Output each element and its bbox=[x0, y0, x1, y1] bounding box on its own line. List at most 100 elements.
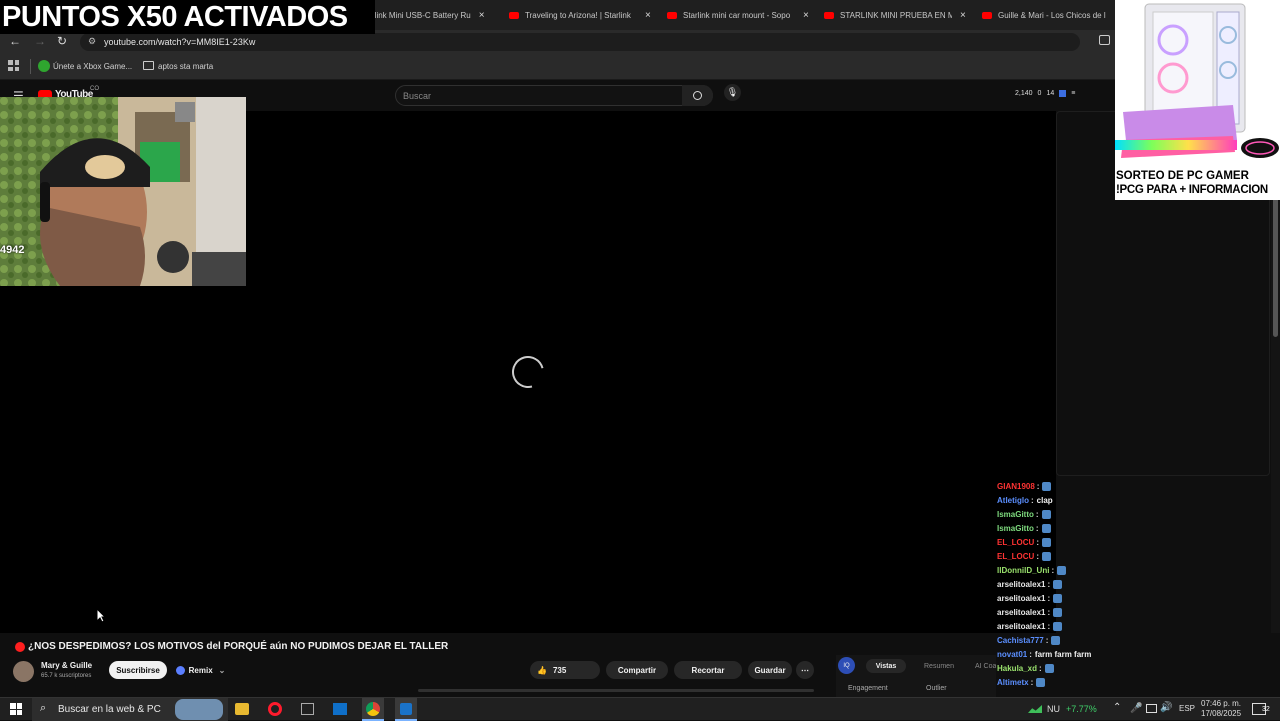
chat-username[interactable]: EL_LOCU bbox=[997, 552, 1034, 561]
chat-username[interactable]: arselitoalex1 bbox=[997, 608, 1045, 617]
outlier-label: Outlier bbox=[926, 685, 947, 692]
chat-username[interactable]: IsmaGitto bbox=[997, 510, 1034, 519]
tab-vistas[interactable]: Vistas bbox=[866, 659, 906, 673]
weather-label[interactable]: NU bbox=[1047, 704, 1060, 714]
store-icon[interactable] bbox=[333, 703, 347, 715]
search-button[interactable] bbox=[682, 85, 713, 106]
reload-icon[interactable]: ↻ bbox=[57, 34, 67, 48]
stat-fourteen: 14 bbox=[1046, 90, 1055, 97]
clock-time[interactable]: 07:46 p. m. bbox=[1201, 699, 1241, 708]
browser-tab[interactable]: Starlink mini car mount - Sopo × bbox=[667, 4, 812, 26]
close-icon[interactable]: × bbox=[803, 10, 809, 21]
pc-giveaway-ad: SORTEO DE PC GAMER !PCG PARA + INFORMACI… bbox=[1115, 0, 1280, 200]
tab-title: rlink Mini USB-C Battery Ru bbox=[372, 10, 471, 20]
chat-emote-icon bbox=[1042, 482, 1052, 491]
apps-grid-icon[interactable] bbox=[8, 60, 19, 71]
avatar[interactable] bbox=[13, 661, 34, 682]
bookmark-xbox[interactable]: Únete a Xbox Game... bbox=[53, 62, 132, 71]
clock-date[interactable]: 17/08/2025 bbox=[1201, 709, 1241, 718]
mic-icon[interactable]: 🎤 bbox=[1130, 703, 1142, 714]
chat-username[interactable]: arselitoalex1 bbox=[997, 580, 1045, 589]
channel-name[interactable]: Mary & Guille bbox=[41, 661, 92, 670]
share-button[interactable]: Compartir bbox=[606, 661, 668, 679]
remix-button[interactable]: Remix ⌄ bbox=[173, 661, 228, 679]
back-icon[interactable]: ← bbox=[9, 34, 21, 48]
subscribe-button[interactable]: Suscribirse bbox=[109, 661, 167, 679]
chat-username[interactable]: EL_LOCU bbox=[997, 538, 1034, 547]
chat-username[interactable]: Altimetx bbox=[997, 678, 1029, 687]
pc-case-image bbox=[1115, 3, 1279, 158]
chat-separator: : bbox=[1036, 482, 1040, 491]
folder-icon bbox=[143, 61, 154, 70]
webcam-overlay: 4942 bbox=[0, 97, 246, 286]
language-indicator[interactable]: ESP bbox=[1179, 704, 1195, 713]
chat-username[interactable]: arselitoalex1 bbox=[997, 594, 1045, 603]
chat-username[interactable]: Hakula_xd bbox=[997, 664, 1037, 673]
calculator-icon[interactable] bbox=[301, 703, 314, 715]
browser-tab[interactable]: Guille & Mari - Los Chicos de l bbox=[982, 4, 1112, 26]
engagement-label: Engagement bbox=[848, 685, 888, 692]
chat-username[interactable]: arselitoalex1 bbox=[997, 622, 1045, 631]
chat-message: GIAN1908 : bbox=[997, 482, 1052, 491]
stock-change[interactable]: +7.77% bbox=[1066, 704, 1097, 714]
chat-username[interactable]: Cachista777 bbox=[997, 636, 1044, 645]
chat-emote-icon bbox=[1053, 608, 1063, 617]
network-icon[interactable] bbox=[1146, 704, 1157, 713]
chat-username[interactable]: GIAN1908 bbox=[997, 482, 1035, 491]
youtube-icon bbox=[982, 11, 992, 19]
chevron-up-icon[interactable]: ⌃ bbox=[1113, 702, 1121, 713]
thumbs-up-icon: 👍 bbox=[537, 665, 547, 675]
chat-separator: : bbox=[1030, 678, 1034, 687]
chat-message: arselitoalex1 : bbox=[997, 608, 1063, 617]
webcam-image bbox=[0, 97, 246, 286]
remix-icon bbox=[175, 665, 185, 675]
forward-icon[interactable]: → bbox=[34, 34, 46, 48]
cast-icon[interactable] bbox=[1099, 35, 1110, 45]
address-bar[interactable]: ⚙ youtube.com/watch?v=MM8IE1-23Kw bbox=[80, 33, 1080, 51]
subscriber-count: 65.7 k suscriptores bbox=[41, 673, 92, 679]
mic-icon[interactable]: 🎙 bbox=[724, 84, 741, 101]
horizontal-scrollbar[interactable] bbox=[418, 689, 814, 692]
browser-tab[interactable]: rlink Mini USB-C Battery Ru × bbox=[372, 4, 497, 26]
tab-resumen[interactable]: Resumen bbox=[924, 663, 954, 670]
overlay-banner: PUNTOS X50 ACTIVADOS bbox=[0, 0, 375, 34]
chat-separator: : bbox=[1047, 594, 1051, 603]
volume-icon[interactable]: 🔊 bbox=[1160, 702, 1172, 713]
opera-icon[interactable] bbox=[268, 702, 282, 716]
chat-username[interactable]: novat01 bbox=[997, 650, 1027, 659]
ad-line-1: SORTEO DE PC GAMER bbox=[1116, 170, 1249, 182]
bookmark-folder[interactable]: aptos sta marta bbox=[158, 62, 213, 71]
menu-icon[interactable]: ≡ bbox=[1071, 90, 1075, 97]
chat-message: arselitoalex1 : bbox=[997, 580, 1063, 589]
chat-emote-icon bbox=[1051, 636, 1061, 645]
notification-count: 32 bbox=[1262, 706, 1270, 713]
save-button[interactable]: Guardar bbox=[748, 661, 792, 679]
chrome-taskbar-button[interactable] bbox=[362, 698, 384, 721]
chat-username[interactable]: IsmaGitto bbox=[997, 524, 1034, 533]
like-button[interactable]: 👍 735 bbox=[530, 661, 600, 679]
file-explorer-icon[interactable] bbox=[235, 703, 249, 715]
tab-ai-coach[interactable]: AI Coa bbox=[975, 663, 996, 670]
close-icon[interactable]: × bbox=[645, 10, 651, 21]
close-icon[interactable]: × bbox=[479, 10, 485, 21]
obs-taskbar-button[interactable] bbox=[395, 698, 417, 721]
browser-tab[interactable]: STARLINK MINI PRUEBA EN MC × bbox=[824, 4, 969, 26]
chrome-icon bbox=[366, 702, 380, 716]
chat-username[interactable]: Atletiglo bbox=[997, 496, 1029, 505]
chat-message: Hakula_xd : bbox=[997, 664, 1054, 673]
clip-button[interactable]: Recortar bbox=[674, 661, 742, 679]
more-actions-button[interactable]: ⋯ bbox=[796, 661, 814, 679]
bookmarks-bar: Únete a Xbox Game... aptos sta marta bbox=[0, 54, 1115, 80]
chat-separator: : bbox=[1045, 636, 1049, 645]
clip-label: Recortar bbox=[691, 665, 725, 675]
windows-start-icon[interactable] bbox=[10, 703, 22, 715]
chat-username[interactable]: llDonnilD_Uni bbox=[997, 566, 1049, 575]
extension-icon[interactable] bbox=[1059, 90, 1067, 97]
chat-emote-icon bbox=[1044, 664, 1054, 673]
chat-message: IsmaGitto : bbox=[997, 524, 1051, 533]
search-input[interactable]: Buscar bbox=[395, 85, 713, 106]
browser-tab[interactable]: Traveling to Arizona! | Starlink × bbox=[509, 4, 654, 26]
taskbar-search[interactable]: ⌕ Buscar en la web & PC bbox=[32, 698, 228, 721]
site-info-icon[interactable]: ⚙ bbox=[88, 36, 96, 47]
close-icon[interactable]: × bbox=[960, 10, 966, 21]
